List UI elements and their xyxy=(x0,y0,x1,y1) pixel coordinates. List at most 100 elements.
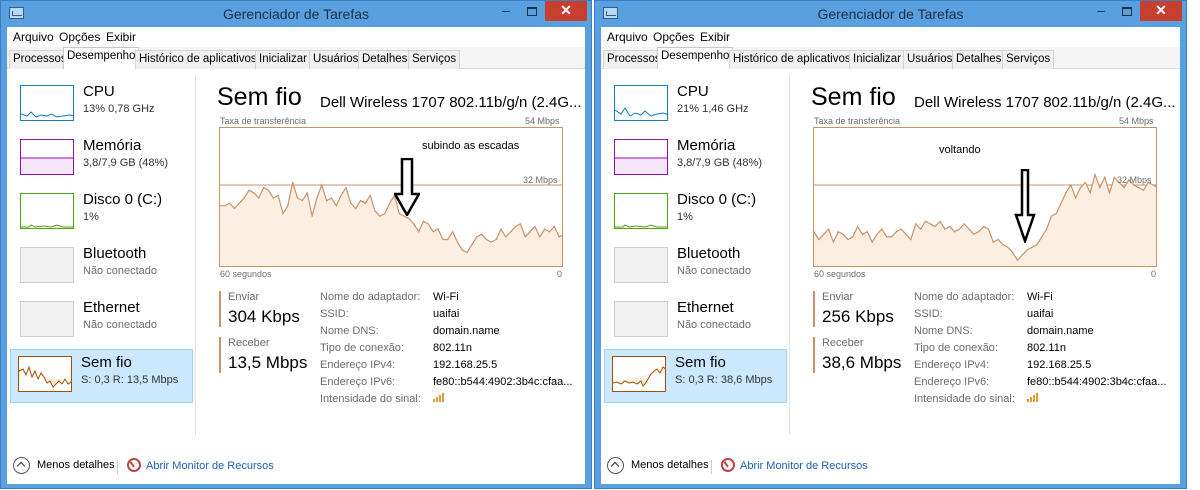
throughput-point xyxy=(384,213,386,215)
send-stat: Enviar 304 Kbps xyxy=(219,291,313,327)
throughput-point xyxy=(934,225,936,228)
ssid-label: SSID: xyxy=(914,308,943,320)
throughput-point xyxy=(311,215,313,217)
tab-inicializar[interactable]: Inicializar xyxy=(255,50,311,69)
client-area: Arquivo Opções Exibir Processos Desempen… xyxy=(601,27,1180,484)
menu-exibir[interactable]: Exibir xyxy=(106,30,136,44)
tab-detalhes[interactable]: Detalhes xyxy=(358,50,412,69)
throughput-point xyxy=(539,236,541,238)
wifi-graph-icon xyxy=(612,356,666,392)
throughput-point xyxy=(857,225,859,228)
maximize-button[interactable] xyxy=(1114,1,1140,21)
page-title: Sem fio xyxy=(217,83,302,111)
title-bar[interactable]: Gerenciador de Tarefas – ✕ xyxy=(595,1,1186,27)
menu-arquivo[interactable]: Arquivo xyxy=(13,30,54,44)
close-button[interactable]: ✕ xyxy=(545,1,587,21)
throughput-point xyxy=(1138,187,1140,189)
tab-inicializar[interactable]: Inicializar xyxy=(849,50,905,69)
throughput-point xyxy=(1123,187,1125,189)
tab-historico[interactable]: Histórico de aplicativos xyxy=(135,50,261,69)
graph-annotation: voltando xyxy=(939,144,981,156)
fewer-details-button[interactable]: Menos detalhes xyxy=(607,454,709,476)
task-manager-window: Gerenciador de Tarefas – ✕ Arquivo Opçõe… xyxy=(594,0,1187,489)
client-area: Arquivo Opções Exibir Processos Desempen… xyxy=(7,27,585,484)
sidebar-item-value: 13% 0,78 GHz xyxy=(83,103,155,115)
tab-processos[interactable]: Processos xyxy=(603,50,665,69)
throughput-point xyxy=(253,192,255,194)
sidebar-item-disk[interactable]: Disco 0 (C:) 1% xyxy=(607,187,787,241)
sidebar-item-ethernet[interactable]: Ethernet Não conectado xyxy=(13,295,193,349)
sidebar-item-wifi[interactable]: Sem fio S: 0,3 R: 38,6 Mbps xyxy=(604,349,787,403)
throughput-point xyxy=(524,236,526,238)
throughput-point xyxy=(229,202,231,204)
throughput-graph-svg xyxy=(814,172,1156,266)
adapter-name: Dell Wireless 1707 802.11b/g/n (2.4G... xyxy=(320,94,582,111)
adapter-name-label: Nome do adaptador: xyxy=(320,291,421,303)
throughput-point xyxy=(500,228,502,230)
ipv6-label: Endereço IPv6: xyxy=(914,376,990,388)
ipv4-value: 192.168.25.5 xyxy=(433,359,498,371)
throughput-point xyxy=(558,236,560,238)
dns-value: domain.name xyxy=(1027,325,1094,337)
connection-type-label: Tipo de conexão: xyxy=(320,342,404,354)
maximize-button[interactable] xyxy=(519,1,545,21)
throughput-point xyxy=(963,223,965,225)
title-bar[interactable]: Gerenciador de Tarefas – ✕ xyxy=(1,1,591,27)
fewer-details-label: Menos detalhes xyxy=(631,459,709,471)
connection-type-value: 802.11n xyxy=(1027,342,1066,354)
tab-servicos[interactable]: Serviços xyxy=(1002,50,1055,69)
sidebar-item-bluetooth[interactable]: Bluetooth Não conectado xyxy=(607,241,787,295)
throughput-point xyxy=(890,236,893,238)
sidebar-item-cpu[interactable]: CPU 13% 0,78 GHz xyxy=(13,79,193,133)
sidebar-item-memory[interactable]: Memória 3,8/7,9 GB (48%) xyxy=(13,133,193,187)
throughput-point xyxy=(490,241,492,243)
tab-usuarios[interactable]: Usuários xyxy=(309,50,363,69)
tab-bar: Processos Desempenho Histórico de aplica… xyxy=(7,47,585,70)
sidebar-item-value: Não conectado xyxy=(677,265,751,277)
ethernet-graph-icon xyxy=(20,301,74,337)
sidebar-item-cpu[interactable]: CPU 21% 1,46 GHz xyxy=(607,79,787,133)
sidebar-item-ethernet[interactable]: Ethernet Não conectado xyxy=(607,295,787,349)
throughput-point xyxy=(978,231,980,233)
throughput-point xyxy=(413,223,415,225)
receive-label: Receber xyxy=(822,337,864,349)
close-button[interactable]: ✕ xyxy=(1140,1,1182,21)
sidebar-item-disk[interactable]: Disco 0 (C:) 1% xyxy=(13,187,193,241)
tab-usuarios[interactable]: Usuários xyxy=(903,50,957,69)
sidebar-item-value: 1% xyxy=(677,211,693,223)
graph-zero-label: 0 xyxy=(1151,269,1157,279)
memory-graph-icon xyxy=(20,139,74,175)
sidebar-item-label: Bluetooth xyxy=(677,245,741,262)
menu-opcoes[interactable]: Opções xyxy=(59,30,100,44)
sidebar-item-wifi[interactable]: Sem fio S: 0,3 R: 13,5 Mbps xyxy=(10,349,193,403)
throughput-point xyxy=(476,236,478,238)
menu-opcoes[interactable]: Opções xyxy=(653,30,694,44)
throughput-point xyxy=(1075,197,1077,199)
fewer-details-button[interactable]: Menos detalhes xyxy=(13,454,115,476)
tab-detalhes[interactable]: Detalhes xyxy=(952,50,1006,69)
tab-historico[interactable]: Histórico de aplicativos xyxy=(729,50,855,69)
tab-desempenho[interactable]: Desempenho xyxy=(63,47,140,70)
open-resource-monitor-link[interactable]: Abrir Monitor de Recursos xyxy=(146,460,274,472)
resource-monitor-icon xyxy=(127,458,141,472)
sidebar-item-value: S: 0,3 R: 38,6 Mbps xyxy=(675,374,773,386)
signal-strength-label: Intensidade do sinal: xyxy=(320,393,421,405)
tab-processos[interactable]: Processos xyxy=(9,50,71,69)
throughput-point xyxy=(471,244,473,246)
receive-stat: Receber 13,5 Mbps xyxy=(219,337,313,373)
tab-servicos[interactable]: Serviços xyxy=(408,50,461,69)
minimize-button[interactable]: – xyxy=(1088,1,1114,21)
sidebar-item-value: 3,8/7,9 GB (48%) xyxy=(677,157,762,169)
sidebar-item-bluetooth[interactable]: Bluetooth Não conectado xyxy=(13,241,193,295)
minimize-button[interactable]: – xyxy=(493,1,519,21)
throughput-point xyxy=(248,189,250,191)
open-resource-monitor-link[interactable]: Abrir Monitor de Recursos xyxy=(740,460,868,472)
sidebar-item-memory[interactable]: Memória 3,8/7,9 GB (48%) xyxy=(607,133,787,187)
tab-desempenho[interactable]: Desempenho xyxy=(657,47,734,70)
dns-label: Nome DNS: xyxy=(914,325,973,337)
menu-arquivo[interactable]: Arquivo xyxy=(607,30,648,44)
throughput-point xyxy=(296,197,299,199)
menu-exibir[interactable]: Exibir xyxy=(700,30,730,44)
throughput-point xyxy=(1079,187,1082,189)
throughput-point xyxy=(924,220,926,222)
